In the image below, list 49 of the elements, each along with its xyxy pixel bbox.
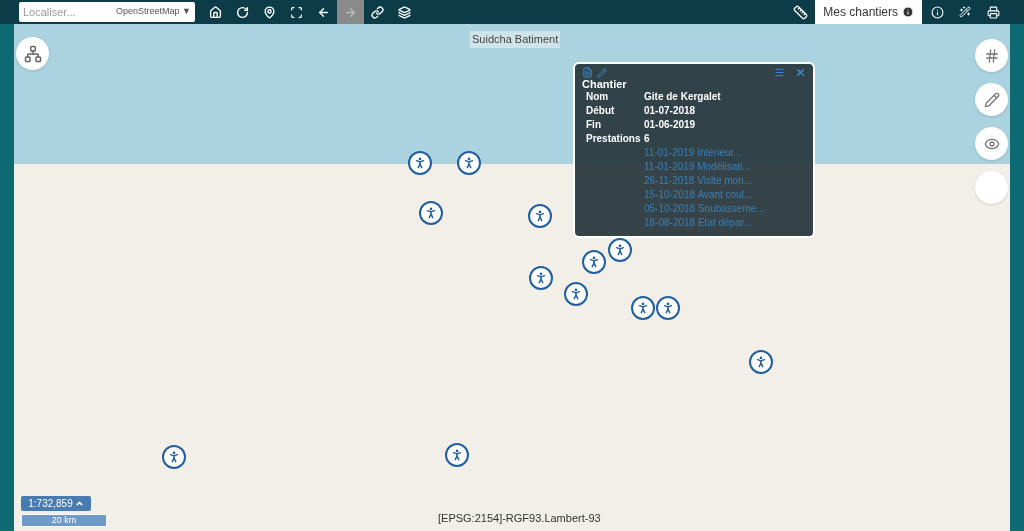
ruler-icon (792, 4, 808, 20)
link-icon (371, 5, 384, 19)
info-icon (902, 6, 914, 18)
refresh-icon (236, 5, 249, 19)
close-icon[interactable] (795, 67, 806, 78)
field-value: Gite de Kergalet (644, 90, 722, 104)
map-pin-icon (263, 5, 276, 19)
search-input[interactable]: Localiser... (23, 3, 111, 21)
map-area[interactable] (14, 24, 1010, 531)
prestation-link[interactable]: 11-01-2019 Intérieur... (644, 146, 806, 160)
scale-bar: 20 km (21, 514, 107, 527)
grid-button[interactable] (975, 39, 1008, 72)
field-value: 01-06-2019 (644, 118, 697, 132)
map-label: Suidcha Batiment (470, 31, 561, 48)
prestation-link[interactable]: 05-10-2018 Soubasseme... (644, 202, 806, 216)
frame-icon (290, 5, 303, 19)
sitemap-icon (23, 44, 42, 63)
hash-icon (983, 47, 1000, 64)
field-label: Prestations (586, 132, 642, 146)
edit-button[interactable] (975, 83, 1008, 116)
field-label: Nom (586, 90, 610, 104)
document-icon[interactable] (582, 67, 593, 78)
prestation-link[interactable]: 18-08-2018 Etat dépar... (644, 216, 806, 230)
prestation-link[interactable]: 26-11-2018 Visite mon... (644, 174, 806, 188)
basemap-select[interactable]: OpenStreetMap ▼ (116, 5, 191, 19)
arrow-right-icon (344, 5, 357, 19)
caret-up-icon (74, 499, 84, 508)
pencil-icon (983, 91, 1000, 108)
worksite-marker-icon[interactable] (457, 151, 481, 175)
prestation-link[interactable]: 11-01-2019 Modélisati... (644, 160, 806, 174)
worksite-marker-icon[interactable] (408, 151, 432, 175)
search-field[interactable]: Localiser... OpenStreetMap ▼ (19, 2, 195, 22)
prestation-link[interactable]: 15-10-2018 Avant coul... (644, 188, 806, 202)
layer-tree-button[interactable] (16, 37, 49, 70)
field-value: 01-07-2018 (644, 104, 697, 118)
printer-icon (986, 5, 1000, 19)
arrow-left-icon (317, 5, 330, 19)
scale-selector[interactable]: 1:732,859 (21, 496, 91, 511)
popup-title: Chantier (582, 78, 628, 90)
field-label: Début (586, 104, 616, 118)
home-icon (209, 5, 222, 19)
field-value: 6 (644, 132, 651, 146)
menu-icon[interactable] (774, 67, 785, 78)
layers-icon (398, 5, 411, 19)
tab[interactable]: Mes chantiers (815, 0, 922, 24)
field-label: Fin (586, 118, 602, 132)
magic-wand-icon (959, 6, 971, 18)
projection-label: [EPSG:2154]-RGF93.Lambert-93 (438, 510, 601, 526)
view-button[interactable] (975, 127, 1008, 160)
